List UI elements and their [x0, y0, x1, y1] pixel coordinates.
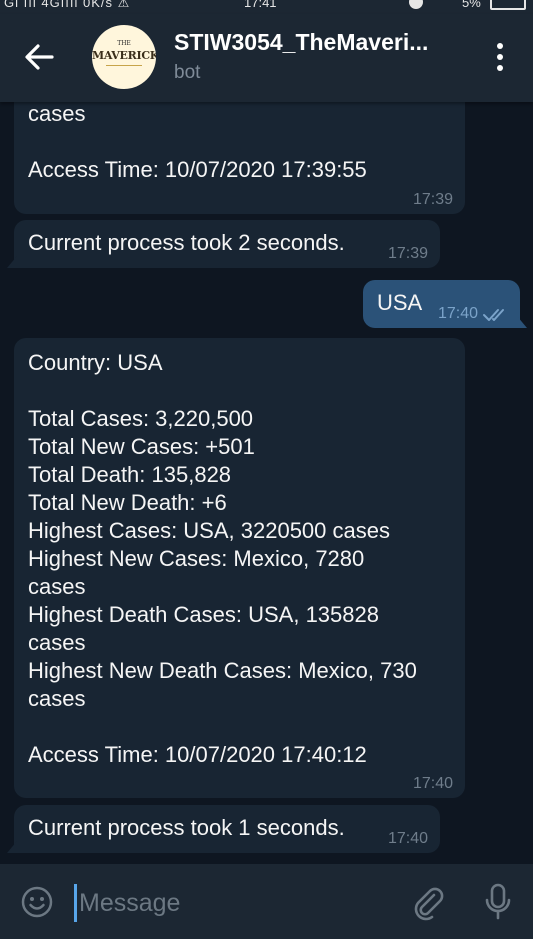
menu-dot — [497, 54, 503, 60]
message-bubble[interactable]: Country: USA Total Cases: 3,220,500 Tota… — [14, 338, 465, 798]
status-bar: Gl ııl 4Gıııl 0K/s ⚠ 17:41 5% — [0, 0, 533, 14]
status-time: 17:41 — [244, 0, 277, 10]
avatar-logo-underline — [106, 65, 142, 66]
message-text: Current process took 1 seconds. — [28, 815, 345, 840]
message-text: cases Access Time: 10/07/2020 17:39:55 — [28, 101, 367, 182]
message-input-bar — [0, 864, 533, 939]
notification-dot-icon — [409, 0, 423, 9]
menu-dot — [497, 65, 503, 71]
paperclip-icon — [414, 887, 444, 921]
avatar-logo-text: MAVERICKS — [92, 49, 156, 62]
avatar-logo-top: THE — [117, 40, 131, 47]
battery-percent: 5% — [462, 0, 481, 10]
attach-button[interactable] — [410, 885, 446, 921]
chat-title[interactable]: STIW3054_TheMaveri... — [174, 29, 464, 56]
bubble-tail — [7, 841, 17, 853]
chat-subtitle: bot — [174, 62, 201, 83]
double-check-icon — [483, 309, 504, 321]
battery-icon — [490, 0, 526, 10]
emoji-button[interactable] — [20, 885, 54, 919]
message-bubble[interactable]: Current process took 1 seconds. 17:40 — [7, 805, 440, 853]
message-text: Country: USA Total Cases: 3,220,500 Tota… — [28, 350, 417, 767]
message-text: Current process took 2 seconds. — [28, 230, 345, 255]
avatar[interactable]: THE MAVERICKS — [92, 25, 156, 89]
message-time: 17:40 — [412, 775, 453, 792]
bubble-tail — [7, 256, 17, 268]
more-vertical-icon — [497, 43, 503, 49]
chat-header: THE MAVERICKS STIW3054_TheMaveri... bot — [0, 14, 533, 102]
message-time: 17:39 — [412, 191, 453, 208]
message-bubble[interactable]: Current process took 2 seconds. 17:39 — [7, 220, 440, 268]
message-input[interactable] — [74, 884, 391, 922]
voice-record-button[interactable] — [482, 882, 514, 922]
back-button[interactable] — [22, 40, 56, 74]
message-time: 17:39 — [387, 245, 428, 262]
more-menu-button[interactable] — [490, 38, 510, 78]
signal-indicators: Gl ııl 4Gıııl 0K/s ⚠ — [4, 0, 131, 10]
message-bubble-outgoing[interactable]: USA 17:40 — [363, 280, 527, 328]
emoji-icon — [21, 886, 53, 918]
message-time: 17:40 — [437, 305, 478, 322]
microphone-icon — [485, 883, 511, 920]
bubble-tail — [517, 316, 527, 328]
arrow-left-icon — [25, 44, 54, 70]
message-time: 17:40 — [387, 830, 428, 847]
